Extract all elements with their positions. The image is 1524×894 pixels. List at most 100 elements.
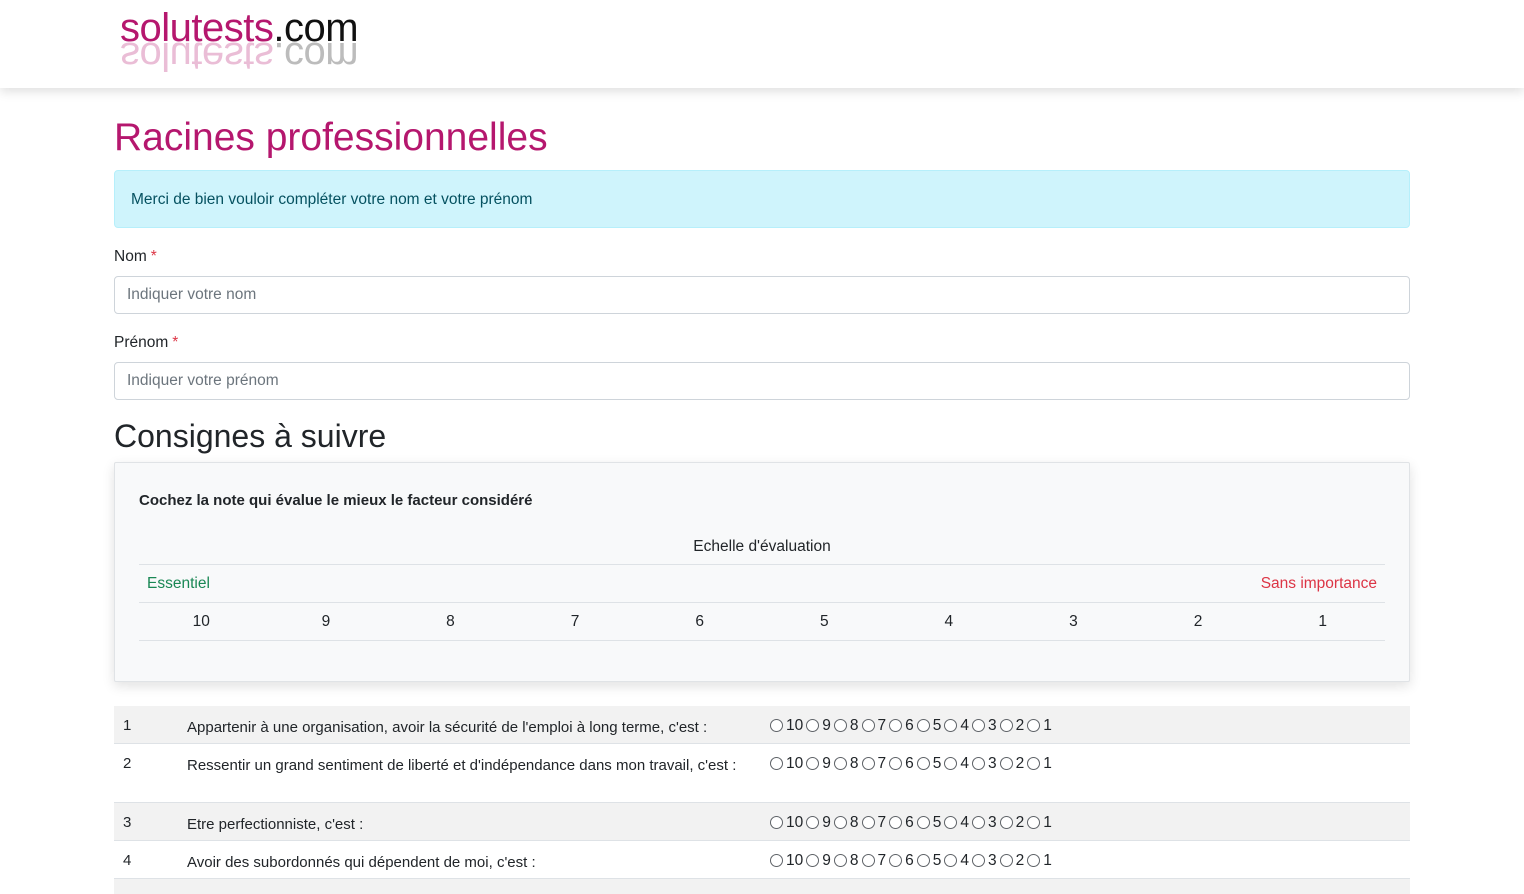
rating-option[interactable]: 6 xyxy=(889,814,914,831)
rating-option[interactable]: 7 xyxy=(861,852,886,869)
rating-option[interactable]: 3 xyxy=(972,717,997,734)
radio-button[interactable] xyxy=(889,816,903,829)
radio-button[interactable] xyxy=(806,719,820,732)
radio-button[interactable] xyxy=(770,757,783,770)
rating-option-label: 6 xyxy=(905,814,914,831)
rating-option[interactable]: 8 xyxy=(833,755,859,772)
rating-option[interactable]: 9 xyxy=(806,852,831,869)
rating-option[interactable]: 2 xyxy=(999,852,1024,869)
radio-button[interactable] xyxy=(999,816,1013,829)
rating-option[interactable]: 4 xyxy=(944,755,969,772)
radio-button[interactable] xyxy=(972,757,985,770)
rating-option[interactable]: 3 xyxy=(972,755,997,772)
radio-button[interactable] xyxy=(999,719,1013,732)
radio-button[interactable] xyxy=(944,757,958,770)
rating-options: 10 9 8 7 6 5 4 3 2 1 xyxy=(770,755,1055,772)
scale-essential-label: Essentiel xyxy=(147,575,210,592)
rating-option[interactable]: 4 xyxy=(944,814,969,831)
radio-button[interactable] xyxy=(1027,854,1041,867)
rating-option[interactable]: 9 xyxy=(806,717,831,734)
rating-option[interactable]: 8 xyxy=(833,814,859,831)
rating-option[interactable]: 4 xyxy=(944,852,969,869)
radio-button[interactable] xyxy=(1027,757,1041,770)
radio-button[interactable] xyxy=(833,816,847,829)
radio-button[interactable] xyxy=(944,816,958,829)
scale-value: 10 xyxy=(192,613,210,630)
rating-option[interactable]: 5 xyxy=(916,717,941,734)
radio-button[interactable] xyxy=(861,816,875,829)
rating-option[interactable]: 10 xyxy=(770,814,803,831)
rating-option[interactable]: 1 xyxy=(1027,814,1052,831)
scale-value: 4 xyxy=(944,613,954,630)
rating-option[interactable]: 7 xyxy=(861,755,886,772)
radio-button[interactable] xyxy=(972,816,985,829)
rating-option[interactable]: 1 xyxy=(1027,852,1052,869)
scale-caption: Echelle d'évaluation xyxy=(139,529,1385,565)
radio-button[interactable] xyxy=(806,854,820,867)
radio-button[interactable] xyxy=(999,854,1013,867)
radio-button[interactable] xyxy=(916,854,930,867)
radio-button[interactable] xyxy=(944,719,958,732)
rating-option[interactable]: 3 xyxy=(972,852,997,869)
rating-option[interactable]: 6 xyxy=(889,852,914,869)
rating-option[interactable]: 10 xyxy=(770,852,803,869)
radio-button[interactable] xyxy=(806,757,820,770)
rating-option[interactable]: 10 xyxy=(770,717,803,734)
radio-button[interactable] xyxy=(1027,719,1041,732)
radio-button[interactable] xyxy=(916,719,930,732)
rating-option[interactable]: 7 xyxy=(861,717,886,734)
rating-option[interactable]: 9 xyxy=(806,814,831,831)
radio-button[interactable] xyxy=(770,854,783,867)
radio-button[interactable] xyxy=(889,757,903,770)
radio-button[interactable] xyxy=(916,816,930,829)
radio-button[interactable] xyxy=(889,854,903,867)
scale-value: 2 xyxy=(1193,613,1203,630)
rating-option-label: 10 xyxy=(786,717,804,734)
rating-option[interactable]: 6 xyxy=(889,755,914,772)
rating-option[interactable]: 8 xyxy=(833,852,859,869)
rating-option[interactable]: 6 xyxy=(889,717,914,734)
question-row-partial xyxy=(114,879,1410,894)
radio-button[interactable] xyxy=(770,816,783,829)
rating-option[interactable]: 8 xyxy=(833,717,859,734)
question-text: Ressentir un grand sentiment de liberté … xyxy=(187,757,737,774)
rating-option[interactable]: 5 xyxy=(916,755,941,772)
site-logo[interactable]: solutests.com solutests.com xyxy=(120,6,410,82)
rating-option[interactable]: 5 xyxy=(916,814,941,831)
radio-button[interactable] xyxy=(833,757,847,770)
radio-button[interactable] xyxy=(806,816,820,829)
rating-option[interactable]: 2 xyxy=(999,717,1024,734)
radio-button[interactable] xyxy=(833,854,847,867)
scale-value: 7 xyxy=(570,613,580,630)
rating-option[interactable]: 7 xyxy=(861,814,886,831)
nom-input[interactable] xyxy=(114,276,1410,314)
radio-button[interactable] xyxy=(889,719,903,732)
radio-button[interactable] xyxy=(1027,816,1041,829)
rating-option[interactable]: 4 xyxy=(944,717,969,734)
rating-option[interactable]: 1 xyxy=(1027,755,1052,772)
rating-option-label: 8 xyxy=(849,755,859,772)
prenom-input[interactable] xyxy=(114,362,1410,400)
radio-button[interactable] xyxy=(972,854,985,867)
radio-button[interactable] xyxy=(944,854,958,867)
rating-option-label: 6 xyxy=(905,755,914,772)
question-number: 4 xyxy=(123,852,132,869)
radio-button[interactable] xyxy=(972,719,985,732)
rating-option[interactable]: 5 xyxy=(916,852,941,869)
radio-button[interactable] xyxy=(770,719,783,732)
radio-button[interactable] xyxy=(833,719,847,732)
radio-button[interactable] xyxy=(861,854,875,867)
radio-button[interactable] xyxy=(861,719,875,732)
radio-button[interactable] xyxy=(999,757,1013,770)
rating-option[interactable]: 3 xyxy=(972,814,997,831)
radio-button[interactable] xyxy=(861,757,875,770)
rating-option[interactable]: 10 xyxy=(770,755,803,772)
rating-option[interactable]: 2 xyxy=(999,755,1024,772)
scale-value: 6 xyxy=(695,613,704,630)
rating-option[interactable]: 9 xyxy=(806,755,831,772)
instructions-title: Consignes à suivre xyxy=(114,418,387,454)
rating-option-label: 3 xyxy=(988,852,997,869)
radio-button[interactable] xyxy=(916,757,930,770)
rating-option[interactable]: 1 xyxy=(1027,717,1052,734)
rating-option[interactable]: 2 xyxy=(999,814,1024,831)
